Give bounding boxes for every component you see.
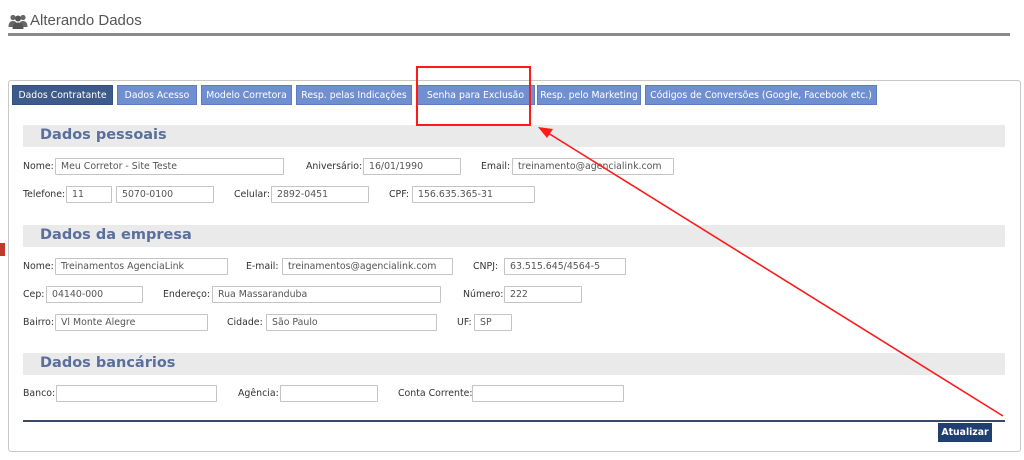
- banco-label: Banco:: [23, 388, 56, 399]
- agencia-label: Agência:: [238, 388, 279, 399]
- email-input[interactable]: treinamento@agencialink.com: [512, 158, 674, 175]
- uf-input[interactable]: SP: [474, 314, 512, 331]
- cep-input[interactable]: 04140-000: [46, 286, 143, 303]
- cidade-input[interactable]: São Paulo: [266, 314, 437, 331]
- tab-resp-indicacoes[interactable]: Resp. pelas Indicações: [296, 85, 412, 105]
- empresa-email-input[interactable]: treinamentos@agencialink.com: [282, 258, 453, 275]
- atualizar-button[interactable]: Atualizar: [938, 423, 992, 442]
- numero-label: Número:: [463, 289, 504, 300]
- uf-label: UF:: [457, 317, 472, 328]
- section-title: Dados da empresa: [40, 227, 192, 243]
- aniversario-input[interactable]: 16/01/1990: [363, 158, 461, 175]
- empresa-nome-input[interactable]: Treinamentos AgenciaLink: [55, 258, 228, 275]
- footer-divider: [23, 420, 1005, 422]
- banco-input[interactable]: [56, 385, 217, 402]
- tab-resp-marketing[interactable]: Resp. pelo Marketing: [537, 85, 641, 105]
- section-dados-empresa: Dados da empresa: [23, 225, 1005, 247]
- numero-input[interactable]: 222: [504, 286, 582, 303]
- cep-label: Cep:: [23, 289, 45, 300]
- endereco-input[interactable]: Rua Massaranduba: [212, 286, 441, 303]
- side-tab-marker: [0, 243, 5, 256]
- empresa-nome-label: Nome:: [23, 261, 54, 272]
- bairro-label: Bairro:: [23, 317, 55, 328]
- bairro-input[interactable]: Vl Monte Alegre: [55, 314, 208, 331]
- agencia-input[interactable]: [280, 385, 378, 402]
- cpf-label: CPF:: [389, 189, 410, 200]
- page-title: Alterando Dados: [30, 12, 142, 29]
- endereco-label: Endereço:: [163, 289, 211, 300]
- celular-input[interactable]: 2892-0451: [271, 186, 369, 203]
- section-dados-pessoais: Dados pessoais: [23, 125, 1005, 147]
- celular-label: Celular:: [234, 189, 271, 200]
- telefone-input[interactable]: 5070-0100: [116, 186, 214, 203]
- highlight-box: [416, 66, 531, 126]
- users-icon: [8, 14, 28, 29]
- nome-input[interactable]: Meu Corretor - Site Teste: [55, 158, 284, 175]
- conta-corrente-label: Conta Corrente:: [398, 388, 473, 399]
- cnpj-input[interactable]: 63.515.645/4564-5: [504, 258, 626, 275]
- cidade-label: Cidade:: [227, 317, 263, 328]
- tab-dados-acesso[interactable]: Dados Acesso: [117, 85, 197, 105]
- cnpj-label: CNPJ:: [473, 261, 499, 272]
- conta-corrente-input[interactable]: [472, 385, 624, 402]
- telefone-ddd-input[interactable]: 11: [66, 186, 112, 203]
- nome-label: Nome:: [23, 161, 54, 172]
- page-header: Alterando Dados: [8, 10, 1010, 36]
- tab-codigos-conversoes[interactable]: Códigos de Conversões (Google, Facebook …: [645, 85, 877, 105]
- tab-dados-contratante[interactable]: Dados Contratante: [12, 85, 113, 105]
- email-label: Email:: [481, 161, 511, 172]
- section-title: Dados bancários: [40, 355, 176, 371]
- cpf-input[interactable]: 156.635.365-31: [412, 186, 535, 203]
- section-dados-bancarios: Dados bancários: [23, 353, 1005, 375]
- tab-modelo-corretora[interactable]: Modelo Corretora: [201, 85, 292, 105]
- empresa-email-label: E-mail:: [246, 261, 279, 272]
- aniversario-label: Aniversário:: [306, 161, 363, 172]
- section-title: Dados pessoais: [40, 127, 167, 143]
- telefone-label: Telefone:: [23, 189, 66, 200]
